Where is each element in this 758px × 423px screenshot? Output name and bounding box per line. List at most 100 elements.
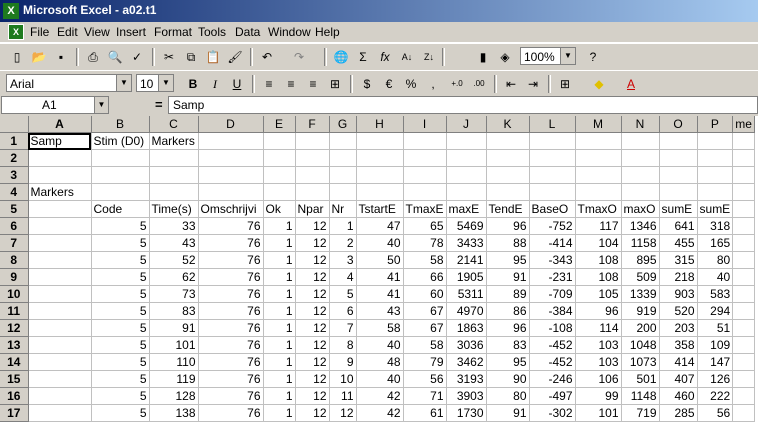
cell-l3[interactable]: [529, 166, 576, 184]
cell-a13[interactable]: [28, 336, 92, 354]
cell-partial[interactable]: [732, 387, 755, 405]
cell-n13[interactable]: 1048: [621, 336, 660, 354]
cell-k1[interactable]: [486, 132, 530, 150]
cell-e11[interactable]: 1: [263, 302, 296, 320]
cell-n1[interactable]: [621, 132, 660, 150]
print-preview-icon[interactable]: 🔍: [106, 48, 124, 66]
cell-e4[interactable]: [263, 183, 296, 201]
cell-d10[interactable]: 76: [198, 285, 264, 303]
cell-j4[interactable]: [446, 183, 487, 201]
cell-p3[interactable]: [697, 166, 734, 184]
cell-d8[interactable]: 76: [198, 251, 264, 269]
cell-o5[interactable]: sumE: [659, 200, 698, 218]
cell-b10[interactable]: 5: [91, 285, 150, 303]
autosum-icon[interactable]: Σ: [354, 48, 372, 66]
cell-n11[interactable]: 919: [621, 302, 660, 320]
cell-p9[interactable]: 40: [697, 268, 734, 286]
cell-k14[interactable]: 95: [486, 353, 530, 371]
cell-b5[interactable]: Code: [91, 200, 150, 218]
cell-i9[interactable]: 66: [403, 268, 447, 286]
cell-a17[interactable]: [28, 404, 92, 422]
cell-b2[interactable]: [91, 149, 150, 167]
cell-e17[interactable]: 1: [263, 404, 296, 422]
cell-e6[interactable]: 1: [263, 217, 296, 235]
cell-l17[interactable]: -302: [529, 404, 576, 422]
cell-l13[interactable]: -452: [529, 336, 576, 354]
cell-d6[interactable]: 76: [198, 217, 264, 235]
cell-partial[interactable]: [732, 251, 755, 269]
decrease-decimal-icon[interactable]: .00: [470, 75, 488, 93]
decrease-indent-icon[interactable]: ⇤: [502, 75, 520, 93]
cell-d3[interactable]: [198, 166, 264, 184]
cell-l11[interactable]: -384: [529, 302, 576, 320]
cell-d5[interactable]: Omschrijvi: [198, 200, 264, 218]
cell-m10[interactable]: 105: [575, 285, 622, 303]
cell-n15[interactable]: 501: [621, 370, 660, 388]
column-header-h[interactable]: H: [356, 116, 404, 133]
cell-o11[interactable]: 520: [659, 302, 698, 320]
cell-c5[interactable]: Time(s): [149, 200, 199, 218]
cell-p8[interactable]: 80: [697, 251, 734, 269]
cell-d14[interactable]: 76: [198, 353, 264, 371]
cell-p10[interactable]: 583: [697, 285, 734, 303]
cell-h12[interactable]: 58: [356, 319, 404, 337]
cell-l1[interactable]: [529, 132, 576, 150]
menu-help[interactable]: Help: [315, 25, 340, 39]
cell-partial[interactable]: [732, 149, 755, 167]
cell-c6[interactable]: 33: [149, 217, 199, 235]
cell-o6[interactable]: 641: [659, 217, 698, 235]
cell-l8[interactable]: -343: [529, 251, 576, 269]
row-header[interactable]: 10: [0, 285, 29, 303]
cell-m1[interactable]: [575, 132, 622, 150]
cell-c17[interactable]: 138: [149, 404, 199, 422]
cell-f7[interactable]: 12: [295, 234, 330, 252]
merge-center-icon[interactable]: ⊞: [326, 75, 344, 93]
column-header-a[interactable]: A: [28, 116, 92, 133]
cell-o3[interactable]: [659, 166, 698, 184]
cell-i1[interactable]: [403, 132, 447, 150]
cell-g9[interactable]: 4: [329, 268, 357, 286]
cell-h11[interactable]: 43: [356, 302, 404, 320]
cell-g1[interactable]: [329, 132, 357, 150]
cell-h8[interactable]: 50: [356, 251, 404, 269]
print-icon[interactable]: ⎙: [84, 48, 102, 66]
open-icon[interactable]: 📂: [30, 48, 48, 66]
cell-c4[interactable]: [149, 183, 199, 201]
cell-g15[interactable]: 10: [329, 370, 357, 388]
cell-p7[interactable]: 165: [697, 234, 734, 252]
cell-b9[interactable]: 5: [91, 268, 150, 286]
cell-k10[interactable]: 89: [486, 285, 530, 303]
cell-g10[interactable]: 5: [329, 285, 357, 303]
cell-j11[interactable]: 4970: [446, 302, 487, 320]
column-header-l[interactable]: L: [529, 116, 576, 133]
cell-p17[interactable]: 56: [697, 404, 734, 422]
cell-l15[interactable]: -246: [529, 370, 576, 388]
cell-h14[interactable]: 48: [356, 353, 404, 371]
menu-file[interactable]: File: [30, 25, 49, 39]
menu-window[interactable]: Window: [268, 25, 311, 39]
cell-e2[interactable]: [263, 149, 296, 167]
currency-icon[interactable]: $: [358, 75, 376, 93]
cell-l5[interactable]: BaseO: [529, 200, 576, 218]
cell-e12[interactable]: 1: [263, 319, 296, 337]
increase-indent-icon[interactable]: ⇥: [524, 75, 542, 93]
cell-j15[interactable]: 3193: [446, 370, 487, 388]
cell-p5[interactable]: sumE: [697, 200, 734, 218]
zoom-select[interactable]: 100% ▼: [520, 47, 576, 65]
cell-partial[interactable]: [732, 268, 755, 286]
borders-icon[interactable]: ⊞: [556, 75, 574, 93]
font-size-select[interactable]: 10 ▼: [136, 74, 174, 92]
cell-e14[interactable]: 1: [263, 353, 296, 371]
cell-k15[interactable]: 90: [486, 370, 530, 388]
cell-h9[interactable]: 41: [356, 268, 404, 286]
cell-j3[interactable]: [446, 166, 487, 184]
cell-d1[interactable]: [198, 132, 264, 150]
drawing-icon[interactable]: ◈: [496, 48, 514, 66]
cell-o9[interactable]: 218: [659, 268, 698, 286]
cell-k11[interactable]: 86: [486, 302, 530, 320]
help-icon[interactable]: ?: [584, 48, 602, 66]
column-header-k[interactable]: K: [486, 116, 530, 133]
cell-c12[interactable]: 91: [149, 319, 199, 337]
cell-a3[interactable]: [28, 166, 92, 184]
redo-icon[interactable]: ↷: [290, 48, 308, 66]
